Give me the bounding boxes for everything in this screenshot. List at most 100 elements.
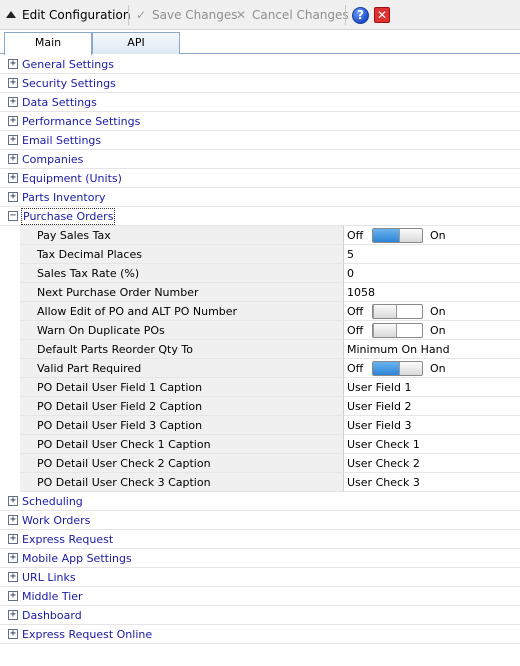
category-row-dashboard[interactable]: + Dashboard: [0, 606, 520, 625]
collapse-icon[interactable]: −: [8, 211, 18, 221]
property-value[interactable]: 5: [343, 245, 520, 264]
switch-knob[interactable]: [373, 324, 397, 337]
close-icon[interactable]: ✕: [374, 7, 390, 23]
category-label: Data Settings: [22, 96, 97, 109]
category-row-middle-tier[interactable]: + Middle Tier: [0, 587, 520, 606]
property-row-warn-on-duplicate-pos: Warn On Duplicate POs Off On: [20, 321, 520, 340]
category-label: Dashboard: [22, 609, 82, 622]
category-row-express-request[interactable]: + Express Request: [0, 530, 520, 549]
toggle-on-label: On: [430, 362, 446, 375]
switch-knob[interactable]: [399, 362, 422, 375]
property-row-sales-tax-rate: Sales Tax Rate (%) 0: [20, 264, 520, 283]
property-value[interactable]: User Check 2: [343, 454, 520, 473]
cancel-changes-label: Cancel Changes: [252, 8, 349, 22]
property-name: PO Detail User Check 2 Caption: [20, 454, 343, 473]
toggle-off-label: Off: [347, 229, 364, 242]
switch-track[interactable]: [372, 304, 423, 319]
property-value[interactable]: 1058: [343, 283, 520, 302]
property-value[interactable]: Off On: [343, 359, 520, 378]
property-name: Valid Part Required: [20, 359, 343, 378]
property-name: Next Purchase Order Number: [20, 283, 343, 302]
category-row-email-settings[interactable]: + Email Settings: [0, 131, 520, 150]
property-value[interactable]: Off On: [343, 226, 520, 245]
switch-fill: [373, 229, 399, 242]
expand-icon[interactable]: +: [8, 591, 18, 601]
switch-knob[interactable]: [399, 229, 422, 242]
property-value[interactable]: Off On: [343, 302, 520, 321]
expand-icon[interactable]: +: [8, 116, 18, 126]
tab-api[interactable]: API: [92, 32, 180, 54]
category-label: Scheduling: [22, 495, 83, 508]
toggle-off-label: Off: [347, 362, 364, 375]
property-value[interactable]: User Check 1: [343, 435, 520, 454]
expand-icon[interactable]: +: [8, 97, 18, 107]
category-row-purchase-orders[interactable]: − Purchase Orders: [0, 207, 520, 226]
switch-track[interactable]: [372, 323, 423, 338]
toggle-on-label: On: [430, 305, 446, 318]
property-value[interactable]: User Field 2: [343, 397, 520, 416]
property-value[interactable]: User Field 1: [343, 378, 520, 397]
category-row-general-settings[interactable]: + General Settings: [0, 55, 520, 74]
category-label: Express Request Online: [22, 628, 153, 641]
expand-icon[interactable]: +: [8, 515, 18, 525]
property-value[interactable]: User Check 3: [343, 473, 520, 492]
help-icon[interactable]: ?: [352, 7, 369, 24]
settings-tree: + General Settings + Security Settings + Data…: [0, 55, 520, 644]
category-row-equipment-units[interactable]: + Equipment (Units): [0, 169, 520, 188]
property-row-default-parts-reorder-qty-to: Default Parts Reorder Qty To Minimum On H…: [20, 340, 520, 359]
switch-track[interactable]: [372, 228, 423, 243]
expand-icon[interactable]: +: [8, 135, 18, 145]
switch-fill: [373, 362, 399, 375]
checkmark-icon: ✓: [135, 8, 147, 22]
property-row-next-purchase-order-number: Next Purchase Order Number 1058: [20, 283, 520, 302]
expand-icon[interactable]: +: [8, 610, 18, 620]
category-row-data-settings[interactable]: + Data Settings: [0, 93, 520, 112]
property-name: Tax Decimal Places: [20, 245, 343, 264]
property-row-pay-sales-tax: Pay Sales Tax Off On: [20, 226, 520, 245]
switch-track[interactable]: [372, 361, 423, 376]
category-label: URL Links: [22, 571, 76, 584]
expand-icon[interactable]: +: [8, 534, 18, 544]
category-row-work-orders[interactable]: + Work Orders: [0, 511, 520, 530]
expand-icon[interactable]: +: [8, 496, 18, 506]
category-row-express-request-online[interactable]: + Express Request Online: [0, 625, 520, 644]
category-label: Equipment (Units): [22, 172, 122, 185]
expand-icon[interactable]: +: [8, 572, 18, 582]
save-changes-button[interactable]: ✓ Save Changes: [134, 0, 238, 30]
category-label: Parts Inventory: [22, 191, 106, 204]
category-row-scheduling[interactable]: + Scheduling: [0, 492, 520, 511]
property-name: PO Detail User Field 2 Caption: [20, 397, 343, 416]
edit-configuration-menu[interactable]: Edit Configuration: [6, 0, 130, 30]
expand-icon[interactable]: +: [8, 59, 18, 69]
category-label: Performance Settings: [22, 115, 141, 128]
tab-main[interactable]: Main: [4, 32, 92, 55]
x-icon: ✕: [235, 8, 247, 22]
category-label: Work Orders: [22, 514, 91, 527]
expand-icon[interactable]: +: [8, 629, 18, 639]
toggle-off-label: Off: [347, 324, 364, 337]
category-label: Purchase Orders: [20, 208, 116, 225]
property-value[interactable]: 0: [343, 264, 520, 283]
property-value[interactable]: User Field 3: [343, 416, 520, 435]
expand-icon[interactable]: +: [8, 78, 18, 88]
expand-icon[interactable]: +: [8, 154, 18, 164]
expand-icon[interactable]: +: [8, 553, 18, 563]
category-row-parts-inventory[interactable]: + Parts Inventory: [0, 188, 520, 207]
category-row-url-links[interactable]: + URL Links: [0, 568, 520, 587]
category-row-companies[interactable]: + Companies: [0, 150, 520, 169]
property-value[interactable]: Off On: [343, 321, 520, 340]
property-name: Sales Tax Rate (%): [20, 264, 343, 283]
property-value[interactable]: Minimum On Hand: [343, 340, 520, 359]
switch-knob[interactable]: [373, 305, 397, 318]
cancel-changes-button[interactable]: ✕ Cancel Changes: [234, 0, 349, 30]
category-label: General Settings: [22, 58, 114, 71]
property-name: PO Detail User Field 3 Caption: [20, 416, 343, 435]
property-name: Allow Edit of PO and ALT PO Number: [20, 302, 343, 321]
category-row-mobile-app-settings[interactable]: + Mobile App Settings: [0, 549, 520, 568]
property-name: Default Parts Reorder Qty To: [20, 340, 343, 359]
expand-icon[interactable]: +: [8, 192, 18, 202]
category-row-security-settings[interactable]: + Security Settings: [0, 74, 520, 93]
property-row-tax-decimal-places: Tax Decimal Places 5: [20, 245, 520, 264]
category-row-performance-settings[interactable]: + Performance Settings: [0, 112, 520, 131]
expand-icon[interactable]: +: [8, 173, 18, 183]
